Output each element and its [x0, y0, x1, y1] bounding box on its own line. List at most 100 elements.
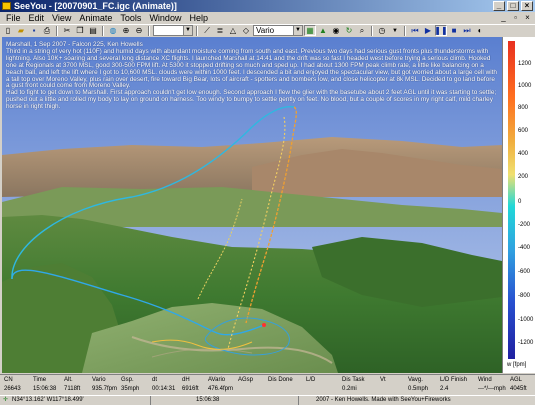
- mdi-close-button[interactable]: ×: [522, 13, 533, 23]
- stats-value: 2.4: [440, 386, 449, 392]
- legend-tick: -200: [518, 222, 531, 228]
- save-icon[interactable]: ▪: [28, 25, 40, 36]
- stats-header: AGsp: [238, 377, 254, 383]
- stats-header: Wind: [478, 377, 492, 383]
- legend-tick: 600: [518, 128, 529, 134]
- stats-header-row: CN Time Alt. Vario Gsp. dt dH AVario AGs…: [0, 376, 535, 385]
- legend-tick: 400: [518, 151, 529, 157]
- legend-tick: -600: [518, 269, 531, 275]
- stats-header: dH: [182, 377, 190, 383]
- new-icon[interactable]: ▯: [2, 25, 14, 36]
- stats-value: ---*/---mph: [478, 386, 506, 392]
- dropdown-icon[interactable]: ▼: [389, 25, 401, 36]
- menu-help[interactable]: Help: [185, 12, 212, 24]
- play-icon[interactable]: ▶: [422, 25, 434, 36]
- legend-tick: -1200: [518, 340, 534, 346]
- status-bar: ✛ N34°13.162' W117°18.499' 15:06:38 2007…: [0, 395, 535, 405]
- stats-header: dt: [152, 377, 158, 383]
- stats-header: AGL: [510, 377, 523, 383]
- animation-settings-icon[interactable]: ◐: [474, 25, 486, 36]
- toolbar: ▯ ▰ ▪ ⎙ ✂ ❐ ▤ ◍ ⊕ ⊖ ▼ ⟋ ≣ △ ◇ Vario ▼ ▦ ▲…: [0, 24, 535, 36]
- stats-value: 26643: [4, 386, 21, 392]
- glider-marker: [262, 323, 266, 327]
- legend-tick: -800: [518, 293, 531, 299]
- stats-header: L/D: [306, 377, 316, 383]
- menu-edit[interactable]: Edit: [25, 12, 49, 24]
- stats-header: Alt.: [64, 377, 73, 383]
- stats-header: Dis Task: [342, 377, 365, 383]
- flight-stats-table: CN Time Alt. Vario Gsp. dt dH AVario AGs…: [0, 374, 535, 396]
- stats-value: 935.7fpm: [92, 386, 118, 392]
- terrain-3d-icon[interactable]: ▲: [317, 25, 329, 36]
- pause-icon[interactable]: ❚❚: [434, 25, 448, 36]
- fast-forward-icon[interactable]: ⏭: [461, 25, 473, 36]
- seeyou-app-icon: [2, 2, 11, 10]
- clock-icon[interactable]: ◷: [376, 25, 388, 36]
- camera-icon[interactable]: ◉: [330, 25, 342, 36]
- pilot-select[interactable]: ▼: [153, 25, 193, 36]
- maximize-button[interactable]: □: [507, 1, 519, 11]
- cut-icon[interactable]: ✂: [61, 25, 73, 36]
- menu-view[interactable]: View: [48, 12, 75, 24]
- mdi-restore-button[interactable]: ▫: [510, 13, 521, 23]
- menu-file[interactable]: File: [2, 12, 25, 24]
- legend-tick: 200: [518, 174, 529, 180]
- zoom-in-icon[interactable]: ⊕: [120, 25, 132, 36]
- stats-header: Dis Done: [268, 377, 293, 383]
- task-icon[interactable]: △: [227, 25, 239, 36]
- paste-icon[interactable]: ▤: [87, 25, 99, 36]
- legend-tick: 800: [518, 105, 529, 111]
- stats-header: Vario: [92, 377, 106, 383]
- stats-header: Gsp.: [121, 377, 134, 383]
- stop-icon[interactable]: ■: [448, 25, 460, 36]
- close-button[interactable]: ×: [521, 1, 533, 11]
- stats-value: 35mph: [121, 386, 140, 392]
- print-icon[interactable]: ⎙: [41, 25, 53, 36]
- menu-window[interactable]: Window: [145, 12, 185, 24]
- refresh-icon[interactable]: ↻: [343, 25, 355, 36]
- stats-value: 476.4fpm: [208, 386, 234, 392]
- copy-icon[interactable]: ❐: [74, 25, 86, 36]
- window-title: SeeYou - [20070901_FC.igc (Animate)]: [14, 1, 177, 11]
- menu-bar: File Edit View Animate Tools Window Help: [0, 12, 535, 24]
- menu-tools[interactable]: Tools: [116, 12, 145, 24]
- legend-unit: w [fpm]: [507, 362, 527, 368]
- menu-animate[interactable]: Animate: [75, 12, 116, 24]
- stats-header: Time: [33, 377, 47, 383]
- stats-value: 6916ft: [182, 386, 199, 392]
- title-bar: SeeYou - [20070901_FC.igc (Animate)] _ □…: [0, 0, 535, 12]
- stats-header: L/D Finish: [440, 377, 468, 383]
- legend-tick: 0: [518, 199, 522, 205]
- stats-value: 0.2mi: [342, 386, 357, 392]
- stats-header: AVario: [208, 377, 226, 383]
- globe-icon[interactable]: ◍: [107, 25, 119, 36]
- layer-icon[interactable]: ≣: [214, 25, 226, 36]
- mdi-minimize-button[interactable]: _: [498, 13, 509, 23]
- legend-tick: 1000: [518, 83, 532, 89]
- vario-color-legend: 1200 1000 800 600 400 200 0 -200 -400 -6…: [502, 37, 535, 373]
- 3d-terrain-view[interactable]: Marshall, 1 Sep 2007 - Falcon 225, Ken H…: [2, 37, 502, 373]
- rewind-icon[interactable]: ⏮: [409, 25, 421, 36]
- color-mode-select[interactable]: Vario ▼: [253, 25, 303, 36]
- legend-tick: -400: [518, 245, 531, 251]
- stats-value: 4045ft: [510, 386, 527, 392]
- stats-header: Vt: [380, 377, 386, 383]
- stats-value-row: 26643 15:06:38 7118ft 935.7fpm 35mph 00:…: [0, 385, 535, 394]
- zoom-track-icon[interactable]: ⌕: [356, 25, 368, 36]
- flight-narrative: Marshall, 1 Sep 2007 - Falcon 225, Ken H…: [6, 41, 500, 111]
- map-icon[interactable]: ▦: [304, 25, 316, 36]
- stats-value: 00:14:31: [152, 386, 176, 392]
- minimize-button[interactable]: _: [493, 1, 505, 11]
- waypoint-icon[interactable]: ◇: [240, 25, 252, 36]
- stats-header: Vavg.: [408, 377, 423, 383]
- open-folder-icon[interactable]: ▰: [15, 25, 27, 36]
- stats-value: 15:06:38: [33, 386, 57, 392]
- narrative-body: Third in a string of very hot (110F) and…: [6, 47, 497, 111]
- stats-header: CN: [4, 377, 13, 383]
- stats-value: 7118ft: [64, 386, 81, 392]
- legend-tick: -1000: [518, 317, 534, 323]
- color-scale-bar: [508, 41, 515, 359]
- stats-value: 0.5mph: [408, 386, 429, 392]
- track-icon[interactable]: ⟋: [201, 25, 213, 36]
- zoom-out-icon[interactable]: ⊖: [133, 25, 145, 36]
